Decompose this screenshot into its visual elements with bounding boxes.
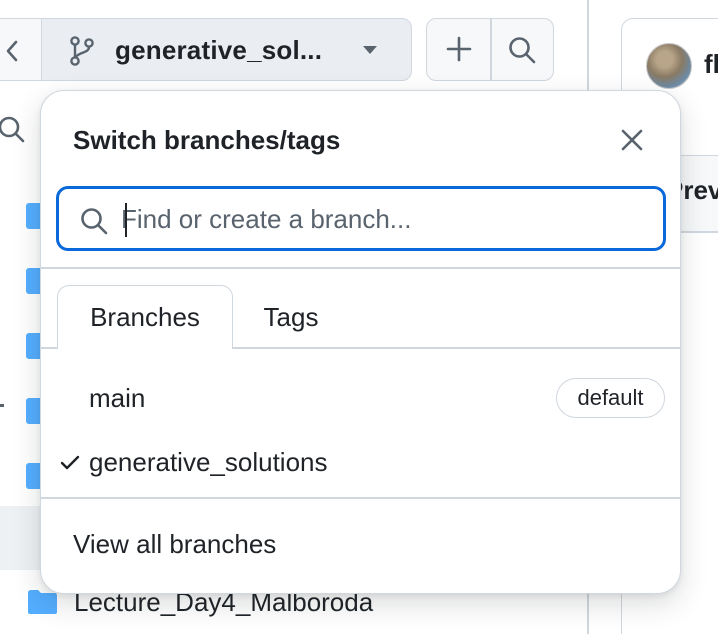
- branch-item-main[interactable]: main default: [41, 366, 680, 430]
- tree-selected-row[interactable]: [0, 506, 40, 570]
- branch-name: generative_solutions: [89, 446, 328, 477]
- collapse-tree-button[interactable]: [0, 18, 42, 81]
- button-divider: [490, 19, 492, 80]
- popover-title: Switch branches/tags: [73, 125, 341, 155]
- git-branch-icon: [70, 36, 94, 66]
- branch-name: main: [89, 382, 146, 413]
- branch-item-generative-solutions[interactable]: generative_solutions: [41, 430, 680, 494]
- commit-author[interactable]: fl: [704, 49, 718, 80]
- avatar[interactable]: [646, 43, 692, 89]
- plus-icon[interactable]: [445, 35, 473, 63]
- text-cursor: [125, 203, 127, 237]
- close-icon[interactable]: [617, 125, 647, 155]
- folder-icon: [26, 333, 40, 359]
- view-all-branches-link[interactable]: View all branches: [73, 529, 276, 560]
- branch-search-field[interactable]: [56, 186, 666, 251]
- search-icon: [0, 116, 25, 143]
- folder-icon: [26, 398, 40, 424]
- current-branch-label: generative_sol...: [115, 35, 323, 65]
- search-icon: [81, 208, 108, 235]
- divider: [41, 497, 680, 499]
- tab-branches[interactable]: Branches: [57, 285, 233, 349]
- folder-icon: [28, 590, 57, 614]
- tree-actions: [426, 18, 554, 81]
- default-badge: default: [556, 378, 665, 418]
- divider: [41, 267, 680, 269]
- folder-icon: [26, 203, 40, 229]
- folder-icon: [26, 463, 40, 489]
- check-icon: [60, 455, 80, 470]
- tree-indent-marker: [0, 404, 4, 407]
- triangle-down-icon: [363, 46, 377, 54]
- tab-tags[interactable]: Tags: [241, 285, 341, 349]
- branch-search-input[interactable]: [121, 199, 641, 239]
- search-icon[interactable]: [507, 35, 537, 65]
- chevron-left-icon: [6, 40, 18, 62]
- branch-tag-tabs: Branches Tags: [41, 285, 680, 349]
- branch-switcher-popover: Switch branches/tags Branches Tags main …: [40, 90, 681, 594]
- branch-selector-button[interactable]: generative_sol...: [41, 18, 412, 81]
- repo-page: generative_sol... Lecture_Day4_Malboroda…: [0, 0, 718, 634]
- folder-icon: [26, 268, 40, 294]
